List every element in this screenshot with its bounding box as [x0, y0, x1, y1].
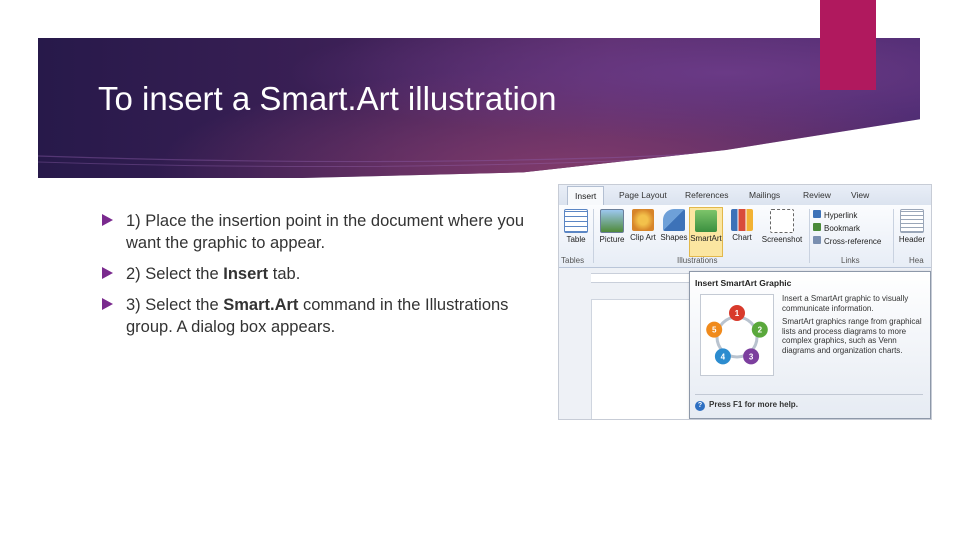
clip-art-button[interactable]: Clip Art	[626, 207, 660, 257]
triangle-bullet-icon	[102, 214, 113, 226]
group-label-links: Links	[841, 256, 860, 265]
picture-button-label: Picture	[599, 235, 625, 244]
cycle-node-label: 2	[758, 326, 763, 335]
smartart-button[interactable]: SmartArt	[689, 207, 723, 257]
group-label-illustrations: Illustrations	[677, 256, 718, 265]
help-icon: ?	[695, 401, 705, 411]
group-divider	[809, 209, 810, 263]
ribbon-tab-bar: Insert Page Layout References Mailings R…	[559, 185, 931, 206]
bullet-text-bold: Insert	[223, 265, 269, 283]
picture-button[interactable]: Picture	[595, 207, 629, 257]
bullet-item: 3) Select the Smart.Art command in the I…	[98, 294, 538, 338]
chart-button-label: Chart	[732, 233, 752, 242]
group-label-tables: Tables	[561, 256, 585, 265]
group-label-header: Hea	[909, 256, 924, 265]
shapes-button[interactable]: Shapes	[657, 207, 691, 257]
cross-reference-label: Cross-reference	[824, 237, 882, 246]
bullet-text: 1) Place the insertion point in the docu…	[126, 212, 525, 252]
smartart-tooltip: Insert SmartArt Graphic 1 2 3 4 5 Insert a S…	[689, 271, 931, 419]
header-icon	[900, 209, 924, 233]
tab-mailings[interactable]: Mailings	[749, 190, 780, 200]
bullet-text-bold: Smart.Art	[223, 296, 299, 314]
tooltip-desc-2: SmartArt graphics range from graphical l…	[782, 317, 922, 355]
cross-reference-button[interactable]: Cross-reference	[813, 235, 884, 248]
shapes-button-label: Shapes	[660, 233, 688, 242]
bookmark-label: Bookmark	[824, 224, 861, 233]
shapes-icon	[663, 209, 685, 231]
tooltip-help-text: Press F1 for more help.	[709, 400, 798, 409]
cycle-node-label: 5	[712, 326, 717, 335]
screenshot-button-label: Screenshot	[761, 235, 803, 244]
tab-insert[interactable]: Insert	[567, 186, 605, 205]
group-divider	[893, 209, 894, 263]
bullet-list: 1) Place the insertion point in the docu…	[98, 210, 538, 338]
chart-icon	[731, 209, 753, 231]
bullet-item: 1) Place the insertion point in the docu…	[98, 210, 538, 254]
accent-bar	[820, 0, 876, 90]
triangle-bullet-icon	[102, 267, 113, 279]
cycle-node-label: 4	[721, 352, 726, 361]
cycle-node-label: 1	[735, 309, 740, 318]
header-button-label: Header	[898, 235, 926, 244]
triangle-bullet-icon	[102, 298, 113, 310]
hyperlink-button[interactable]: Hyperlink	[813, 209, 884, 222]
screenshot-button[interactable]: Screenshot	[759, 207, 805, 257]
screenshot-icon	[770, 209, 794, 233]
smartart-icon	[695, 210, 717, 232]
smartart-button-label: SmartArt	[690, 234, 722, 243]
tooltip-description: Insert a SmartArt graphic to visually co…	[782, 294, 922, 359]
chart-button[interactable]: Chart	[725, 207, 759, 257]
tab-page-layout[interactable]: Page Layout	[619, 190, 667, 200]
header-button[interactable]: Header	[895, 207, 929, 257]
table-button[interactable]: Table	[559, 207, 593, 257]
bullet-text-pre: 3) Select the	[126, 296, 224, 314]
word-ribbon-screenshot: Insert Page Layout References Mailings R…	[558, 184, 932, 420]
bookmark-button[interactable]: Bookmark	[813, 222, 884, 235]
tooltip-desc-1: Insert a SmartArt graphic to visually co…	[782, 294, 909, 313]
cycle-node-label: 3	[749, 352, 754, 361]
bookmark-icon	[813, 223, 821, 231]
tab-review[interactable]: Review	[803, 190, 831, 200]
bullet-text-post: tab.	[268, 265, 301, 283]
tab-view[interactable]: View	[851, 190, 869, 200]
tooltip-title: Insert SmartArt Graphic	[695, 278, 792, 288]
tooltip-divider	[695, 394, 923, 395]
clip-art-icon	[632, 209, 654, 231]
picture-icon	[600, 209, 624, 233]
slide-title: To insert a Smart.Art illustration	[98, 80, 557, 117]
smartart-cycle-preview: 1 2 3 4 5	[700, 294, 774, 376]
links-group: Hyperlink Bookmark Cross-reference	[813, 209, 884, 248]
hyperlink-label: Hyperlink	[824, 211, 858, 220]
tab-references[interactable]: References	[685, 190, 728, 200]
clip-art-button-label: Clip Art	[630, 233, 656, 242]
ribbon-body: Table Picture Clip Art Shapes SmartArt C…	[559, 205, 931, 268]
bullet-text-pre: 2) Select the	[126, 265, 224, 283]
table-button-label: Table	[566, 235, 586, 244]
tooltip-help: ? Press F1 for more help.	[695, 400, 798, 411]
group-divider	[593, 209, 594, 263]
hyperlink-icon	[813, 210, 821, 218]
bullet-item: 2) Select the Insert tab.	[98, 263, 538, 285]
cross-reference-icon	[813, 236, 821, 244]
table-icon	[564, 209, 588, 233]
cycle-diagram: 1 2 3 4 5	[706, 305, 768, 365]
